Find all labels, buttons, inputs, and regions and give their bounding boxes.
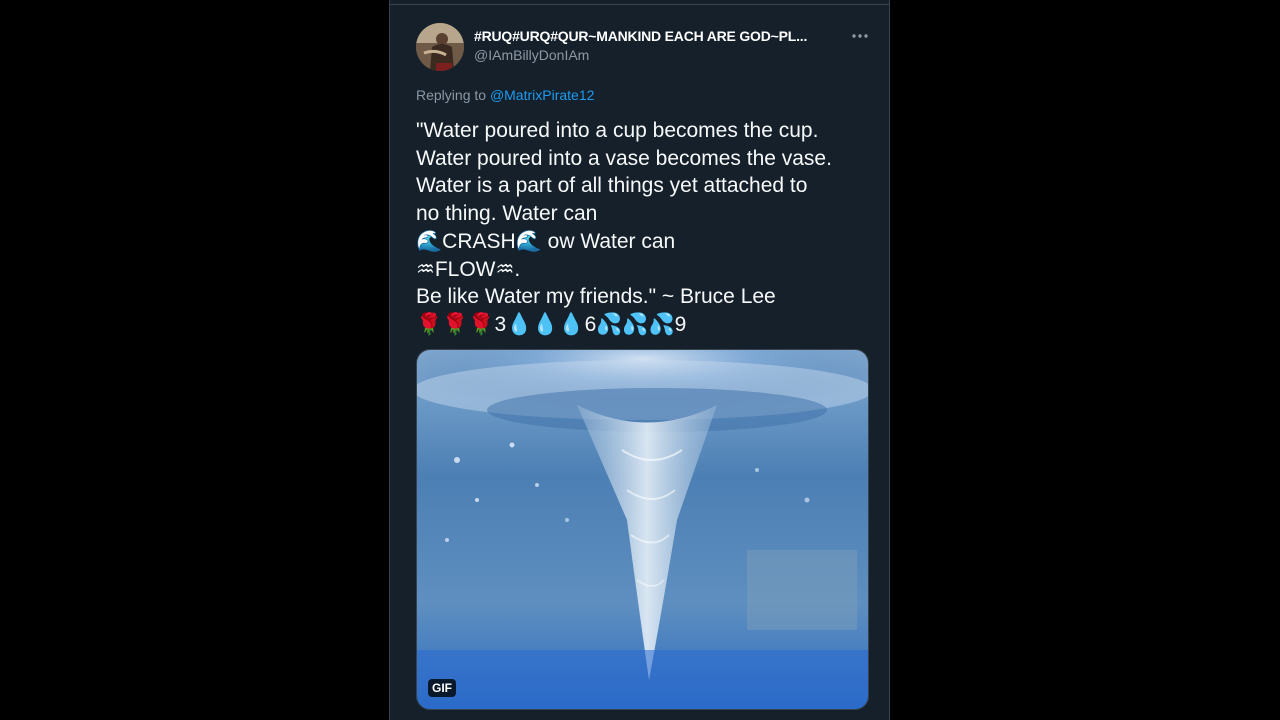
gif-badge: GIF [428, 679, 456, 697]
replying-to: Replying to @MatrixPirate12 [416, 86, 594, 104]
tweet-text-line: Water poured into a vase becomes the vas… [416, 146, 832, 170]
avatar-image [416, 23, 464, 71]
tweet-text-line: no thing. Water can [416, 202, 598, 226]
tweet-text-line: 🌹🌹🌹3💧💧💧6💦💦💦9 [416, 312, 687, 336]
tweet-text: "Water poured into a cup becomes the cup… [416, 117, 876, 339]
tweet-text-line: 🌊CRASH🌊 ow Water can [416, 229, 676, 253]
more-options-icon[interactable] [847, 24, 873, 48]
more-dots-graphic [852, 34, 868, 38]
tweet-column: #RUQ#URQ#QUR~MANKIND EACH ARE GOD~PL... … [389, 0, 890, 720]
replying-to-label: Replying to [416, 87, 487, 103]
water-vortex-image [417, 350, 868, 709]
tweet-author[interactable]: #RUQ#URQ#QUR~MANKIND EACH ARE GOD~PL... … [474, 27, 854, 64]
author-display-name[interactable]: #RUQ#URQ#QUR~MANKIND EACH ARE GOD~PL... [474, 27, 854, 45]
tweet-media-gif[interactable]: GIF [416, 349, 869, 710]
top-divider [390, 0, 889, 5]
tweet-text-line: Be like Water my friends." ~ Bruce Lee [416, 285, 776, 309]
tweet-text-line: ♒FLOW♒. [416, 257, 521, 281]
reply-mention-link[interactable]: @MatrixPirate12 [490, 87, 594, 103]
tweet-text-line: "Water poured into a cup becomes the cup… [416, 119, 819, 142]
avatar[interactable] [416, 23, 464, 71]
tweet-text-line: Water is a part of all things yet attach… [416, 174, 808, 198]
author-handle[interactable]: @IAmBillyDonIAm [474, 46, 854, 64]
